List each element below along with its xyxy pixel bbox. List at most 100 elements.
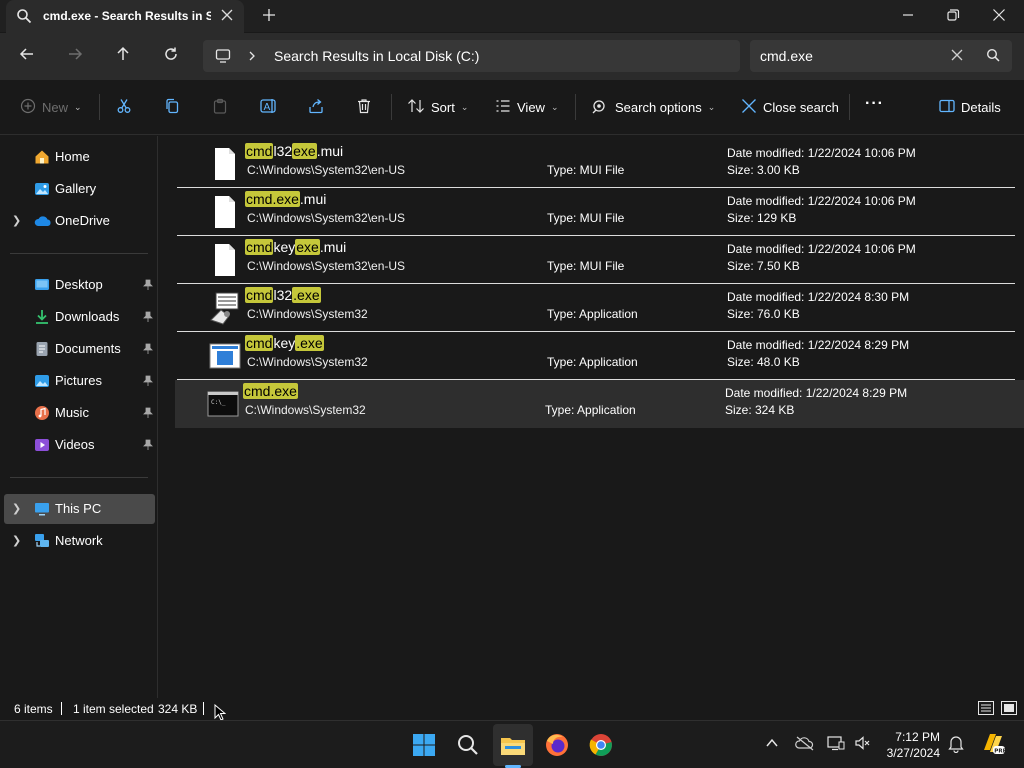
result-row[interactable]: cmd.exe.mui C:\Windows\System32\en-US Type… [177, 188, 1015, 236]
sidebar-item-label: Downloads [55, 309, 120, 324]
close-tab-icon[interactable] [220, 8, 234, 25]
pin-icon[interactable] [143, 343, 153, 358]
system-clock[interactable]: 7:12 PM 3/27/2024 [880, 729, 940, 761]
result-row[interactable]: cmdl32exe.mui C:\Windows\System32\en-US Ty… [177, 140, 1015, 188]
volume-muted-icon[interactable] [854, 735, 872, 754]
tab-active[interactable]: cmd.exe - Search Results in Sy [6, 0, 244, 33]
forward-arrow-icon[interactable] [67, 46, 83, 65]
details-view-icon[interactable] [978, 701, 994, 718]
sidebar-item-music[interactable]: Music [4, 398, 155, 428]
address-bar[interactable]: Search Results in Local Disk (C:) [203, 40, 740, 72]
paste-button[interactable] [212, 98, 228, 117]
chevron-down-icon: ⌄ [460, 102, 469, 112]
pin-icon[interactable] [143, 311, 153, 326]
divider [391, 94, 392, 120]
cut-button[interactable] [116, 98, 132, 117]
sidebar-item-label: OneDrive [55, 213, 110, 228]
tiles-view-icon[interactable] [1001, 701, 1017, 718]
sidebar-item-label: Music [55, 405, 89, 420]
restore-icon[interactable] [946, 8, 960, 25]
result-row[interactable]: cmdl32.exe C:\Windows\System32 Type: Appli… [177, 284, 1015, 332]
sidebar-item-network[interactable]: ❯ Network [4, 526, 155, 556]
sidebar-item-onedrive[interactable]: ❯ OneDrive [4, 206, 155, 236]
date-modified: Date modified: 1/22/2024 8:29 PM [727, 338, 910, 352]
result-row[interactable]: cmdkey.exe C:\Windows\System32 Type: Appli… [177, 332, 1015, 380]
search-match-highlight: .exe [292, 287, 321, 303]
new-button[interactable]: New ⌄ [20, 98, 82, 117]
share-button[interactable] [308, 98, 324, 117]
monitor-icon [215, 48, 231, 67]
back-arrow-icon[interactable] [19, 46, 35, 65]
delete-button[interactable] [356, 98, 372, 117]
firefox-icon[interactable] [541, 729, 573, 761]
search-match-highlight: .exe [295, 335, 324, 351]
title-bar: cmd.exe - Search Results in Sy [0, 0, 1024, 33]
taskbar-search-icon[interactable] [452, 729, 484, 761]
file-icon [209, 194, 241, 230]
close-window-icon[interactable] [992, 8, 1006, 25]
onedrive-offline-icon[interactable] [795, 735, 815, 754]
search-input[interactable]: cmd.exe [760, 48, 813, 64]
minimize-icon[interactable] [902, 8, 914, 25]
search-match-highlight: exe [292, 143, 317, 159]
rename-button[interactable]: A [260, 98, 278, 117]
chevron-right-icon[interactable]: ❯ [12, 502, 21, 515]
chevron-right-icon[interactable] [247, 49, 257, 66]
result-row[interactable]: cmdkeyexe.mui C:\Windows\System32\en-US Ty… [177, 236, 1015, 284]
file-name-part: l32 [273, 143, 293, 159]
divider [10, 477, 148, 478]
up-arrow-icon[interactable] [115, 46, 131, 65]
file-type: Type: Application [547, 307, 638, 321]
search-icon[interactable] [986, 48, 1000, 65]
sidebar-item-label: This PC [55, 501, 102, 516]
chrome-icon[interactable] [585, 729, 617, 761]
chevron-right-icon[interactable]: ❯ [12, 534, 21, 547]
sidebar-item-gallery[interactable]: Gallery [4, 174, 155, 204]
pictures-icon [34, 373, 50, 389]
pin-icon[interactable] [143, 439, 153, 454]
sidebar-item-pictures[interactable]: Pictures [4, 366, 155, 396]
pin-icon[interactable] [143, 375, 153, 390]
view-button[interactable]: View ⌄ [495, 98, 559, 117]
file-name: cmd.exe [243, 383, 298, 399]
sidebar-item-documents[interactable]: Documents [4, 334, 155, 364]
sidebar-item-label: Home [55, 149, 90, 164]
sidebar-item-label: Pictures [55, 373, 102, 388]
close-search-button[interactable]: Close search [741, 98, 839, 117]
sidebar-item-desktop[interactable]: Desktop [4, 270, 155, 300]
clear-search-icon[interactable] [951, 49, 963, 64]
file-explorer-icon[interactable] [497, 729, 529, 761]
network-icon [34, 533, 50, 549]
details-button[interactable]: Details [939, 98, 1001, 117]
copilot-icon[interactable]: PRE [980, 730, 1007, 759]
search-match-highlight: cmd [245, 287, 274, 303]
chevron-up-icon[interactable] [765, 737, 779, 752]
divider [99, 94, 100, 120]
sidebar-item-this-pc[interactable]: ❯ This PC [4, 494, 155, 524]
start-windows-icon[interactable] [408, 729, 440, 761]
breadcrumb[interactable]: Search Results in Local Disk (C:) [274, 48, 479, 64]
sidebar-item-videos[interactable]: Videos [4, 430, 155, 460]
search-box[interactable]: cmd.exe [750, 40, 1012, 72]
view-label: View [517, 100, 545, 115]
notification-bell-icon[interactable] [948, 735, 964, 756]
search-options-icon [591, 98, 609, 117]
cmdkey-app-icon [209, 338, 241, 374]
sort-button[interactable]: Sort ⌄ [407, 98, 468, 117]
more-options-icon[interactable]: ··· [865, 95, 884, 113]
chevron-right-icon[interactable]: ❯ [12, 214, 21, 227]
refresh-icon[interactable] [163, 46, 179, 65]
copy-button[interactable] [164, 98, 180, 117]
new-tab-icon[interactable] [262, 8, 276, 25]
pin-icon[interactable] [143, 279, 153, 294]
pin-icon[interactable] [143, 407, 153, 422]
file-name: cmdkey.exe [245, 335, 324, 351]
search-options-button[interactable]: Search options ⌄ [591, 98, 715, 117]
file-name-part: key [273, 335, 296, 351]
result-row[interactable]: C:\_ cmd.exe C:\Windows\System32 Type: Appl… [175, 380, 1024, 428]
date-modified: Date modified: 1/22/2024 8:30 PM [727, 290, 910, 304]
sidebar-item-home[interactable]: Home [4, 142, 155, 172]
display-icon[interactable] [827, 735, 845, 754]
sidebar-item-downloads[interactable]: Downloads [4, 302, 155, 332]
sort-icon [407, 98, 425, 117]
